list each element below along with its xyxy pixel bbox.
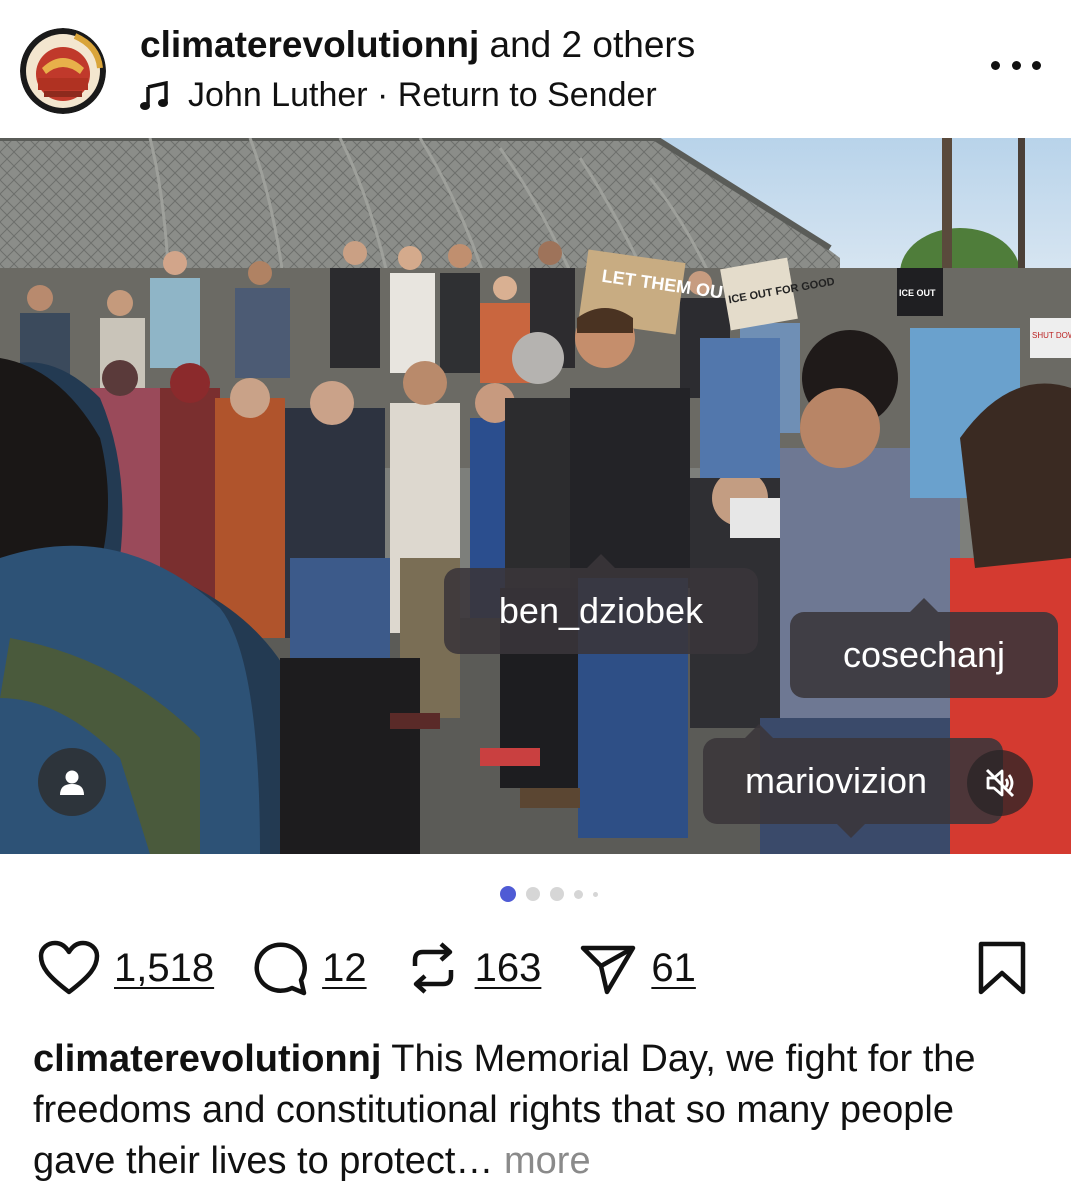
user-tag-ben-dziobek[interactable]: ben_dziobek: [444, 554, 758, 654]
more-horizontal-icon: [991, 60, 1000, 70]
repost-icon: [412, 942, 453, 994]
user-tag-mariovizion[interactable]: mariovizion: [703, 724, 1003, 838]
account-line: climaterevolutionnj and 2 others: [140, 24, 695, 66]
carousel-dot: [550, 887, 564, 901]
more-dot: [1011, 60, 1021, 70]
share-count[interactable]: 61: [651, 946, 696, 991]
carousel-indicator: [500, 886, 598, 902]
bookmark-icon: [978, 941, 1026, 995]
heart-icon: [38, 940, 100, 995]
account-avatar[interactable]: [20, 28, 106, 114]
sign-shut-down: SHUT DOWN: [1032, 331, 1071, 340]
more-dot: [1032, 60, 1041, 70]
caption-more-link[interactable]: more: [504, 1140, 591, 1182]
repost-button[interactable]: 163: [405, 940, 542, 996]
post-photo[interactable]: LET THEM OUT ICE OUT FOR GOOD ICE OUT SH…: [0, 138, 1071, 854]
carousel-dot: [593, 891, 598, 897]
repost-count[interactable]: 163: [475, 946, 542, 991]
tag-username: cosechanj: [842, 634, 1006, 675]
caption-username[interactable]: climaterevolutionnj: [33, 1038, 381, 1080]
send-icon: [581, 945, 636, 995]
mute-toggle-button[interactable]: [967, 750, 1033, 816]
like-count[interactable]: 1,518: [114, 946, 214, 991]
save-button[interactable]: [975, 940, 1029, 996]
share-button[interactable]: 61: [579, 940, 696, 996]
user-tag-cosechanj[interactable]: cosechanj: [790, 598, 1058, 698]
post-page: climaterevolutionnj and 2 others John Lu…: [0, 0, 1071, 1200]
like-button[interactable]: 1,518: [38, 940, 214, 996]
sign-ice-out: ICE OUT: [899, 288, 936, 298]
comment-count[interactable]: 12: [322, 946, 367, 991]
audio-track[interactable]: John Luther · Return to Sender: [140, 76, 657, 115]
more-options-button[interactable]: [991, 50, 1041, 80]
comment-button[interactable]: 12: [252, 940, 367, 996]
account-username[interactable]: climaterevolutionnj: [140, 24, 479, 65]
carousel-dot: [574, 889, 583, 899]
action-bar: 1,518 12 163 61: [38, 935, 734, 1001]
user-icon: [60, 770, 84, 795]
coauthors-text[interactable]: and 2 others: [490, 24, 696, 65]
post-header: climaterevolutionnj and 2 others John Lu…: [0, 0, 1071, 138]
audio-label: John Luther · Return to Sender: [188, 76, 657, 114]
comment-icon: [254, 942, 308, 996]
post-caption: climaterevolutionnj This Memorial Day, w…: [33, 1034, 1043, 1187]
carousel-dot-active: [500, 886, 516, 902]
carousel-dot: [526, 887, 540, 901]
show-tags-button[interactable]: [38, 748, 106, 816]
music-note-icon: [140, 80, 168, 110]
speaker-muted-icon: [985, 768, 1015, 798]
tag-username: mariovizion: [745, 760, 928, 801]
tag-username: ben_dziobek: [498, 590, 704, 631]
